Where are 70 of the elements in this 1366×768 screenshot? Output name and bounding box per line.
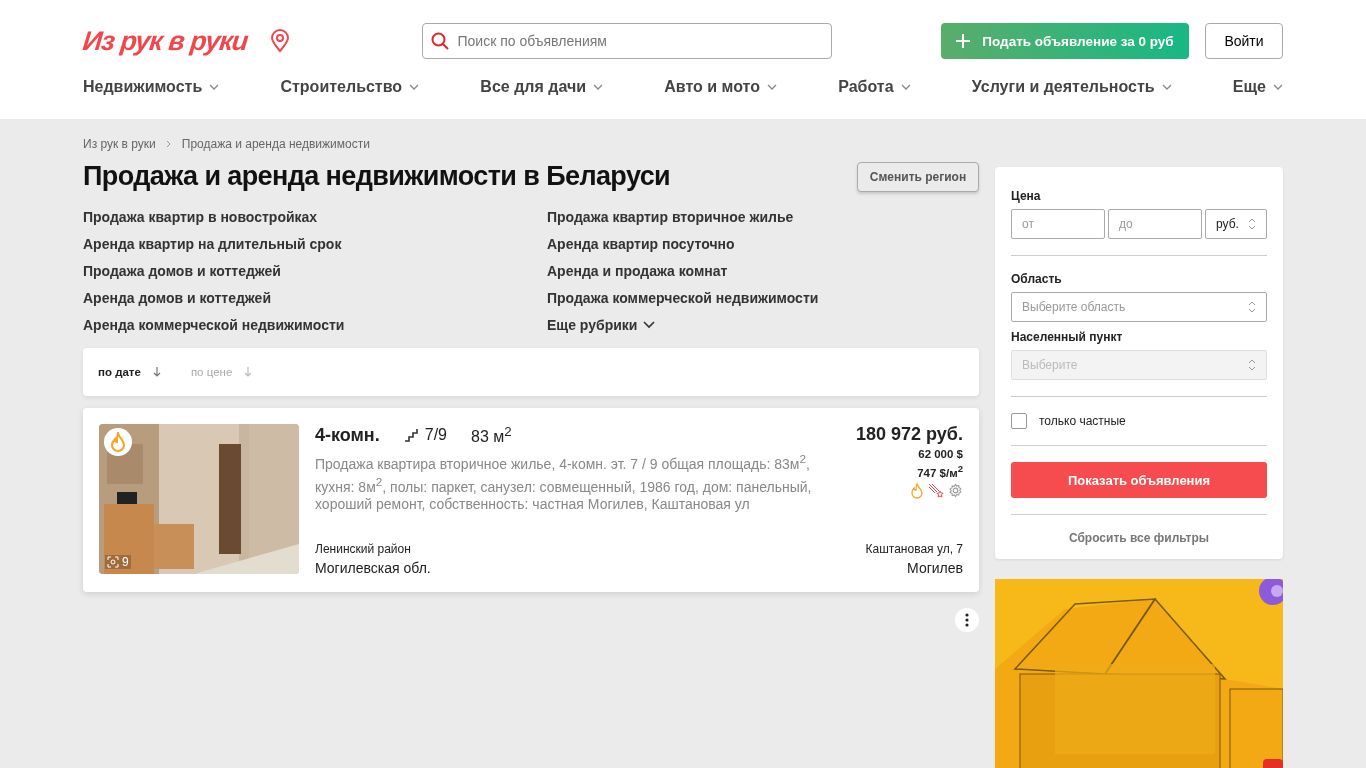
- chevron-down-icon: [1161, 84, 1172, 90]
- region-label: Область: [1011, 272, 1063, 286]
- nav-menu-item[interactable]: Все для дачи: [480, 80, 603, 94]
- up-down-chevron-icon: [1248, 301, 1256, 313]
- logo[interactable]: Из рук в руки: [81, 25, 250, 57]
- shooting-star-icon[interactable]: [928, 482, 944, 499]
- more-categories-link[interactable]: Еще рубрики: [547, 316, 979, 334]
- category-link[interactable]: Продажа квартир вторичное жилье: [547, 208, 979, 226]
- search-field[interactable]: Поиск по объявлениям: [421, 23, 832, 59]
- reset-filters-link[interactable]: Сбросить все фильтры: [1011, 531, 1267, 545]
- price-per-meter: 747 $/м$^{2}$: [917, 463, 963, 479]
- room-count: 4-комн.: [315, 424, 380, 446]
- up-down-chevron-icon: [1248, 359, 1256, 371]
- floor-info: 7/9: [403, 426, 447, 445]
- chevron-down-icon: [766, 84, 777, 90]
- nav-menu-item[interactable]: Строительство: [280, 80, 420, 94]
- photo-count: 9: [105, 555, 131, 569]
- category-link[interactable]: Аренда коммерческой недвижимости: [83, 316, 547, 334]
- locality-label: Населенный пункт: [1011, 330, 1124, 344]
- category-link[interactable]: Продажа квартир в новостройках: [83, 208, 547, 226]
- price-from-field[interactable]: от: [1011, 209, 1105, 239]
- price: 180 972 руб.: [856, 424, 963, 445]
- street-address: Каштановая ул, 7: [865, 542, 963, 556]
- stairs-icon: [403, 428, 420, 443]
- category-link[interactable]: Аренда домов и коттеджей: [83, 289, 547, 307]
- currency-select[interactable]: руб.: [1205, 209, 1267, 239]
- district: Ленинский район: [315, 542, 412, 556]
- sort-option[interactable]: по дате: [98, 366, 161, 378]
- region-name: Могилевская обл.: [315, 560, 431, 576]
- chevron-down-icon: [1272, 84, 1283, 90]
- city-name: Могилев: [907, 560, 963, 576]
- chevron-down-icon: [593, 84, 603, 90]
- search-icon: [430, 32, 449, 50]
- category-link[interactable]: Аренда и продажа комнат: [547, 262, 979, 280]
- area-info: 83 м$^{2}$: [471, 424, 512, 447]
- listing-description: Продажа квартира вторичное жилье, 4-комн. эт. 7 / 9 общая площадь: 83м$^{2}$, кухня: 8м$^{2}$, полы: паркет, санузел: совмещенный, 1986 год, дом: панельный, хороший ремонт, собственность: частная Могилев, Каштановая ул: [315, 451, 813, 513]
- private-only-label: только частные: [1039, 414, 1126, 428]
- private-only-checkbox[interactable]: [1011, 413, 1027, 429]
- more-options-button[interactable]: [955, 608, 979, 632]
- change-region-button[interactable]: Сменить регион: [857, 161, 979, 192]
- category-link[interactable]: Аренда квартир посуточно: [547, 235, 979, 253]
- breadcrumb-link[interactable]: Из рук в руки: [83, 137, 156, 151]
- nav-menu-item[interactable]: Недвижимость: [83, 80, 220, 94]
- category-link[interactable]: Продажа коммерческой недвижимости: [547, 289, 979, 307]
- listing-card[interactable]: [83, 408, 979, 592]
- arrow-down-icon: [152, 367, 161, 377]
- plus-icon: [956, 34, 971, 48]
- flame-icon[interactable]: [910, 482, 924, 499]
- up-down-chevron-icon: [1248, 218, 1256, 230]
- nav-menu-item[interactable]: Работа: [838, 80, 911, 94]
- more-icon: [965, 613, 969, 627]
- chevron-down-icon: [409, 84, 420, 90]
- price-label: Цена: [1011, 189, 1042, 203]
- nav-menu-item[interactable]: Еще: [1232, 80, 1283, 94]
- chevron-down-icon: [643, 321, 656, 329]
- page-title: Продажа и аренда недвижимости в Беларуси: [83, 161, 671, 192]
- location-pin-icon[interactable]: [269, 29, 290, 53]
- settings-icon[interactable]: [948, 482, 963, 498]
- chevron-down-icon: [900, 84, 911, 90]
- price-usd: 62 000 $: [918, 448, 963, 460]
- breadcrumb-link[interactable]: Продажа и аренда недвижимости: [181, 137, 370, 151]
- category-link[interactable]: Продажа домов и коттеджей: [83, 262, 547, 280]
- nav-menu-item[interactable]: Авто и мото: [664, 80, 777, 94]
- price-to-field[interactable]: до: [1108, 209, 1202, 239]
- nav-menu-item[interactable]: Услуги и деятельность: [971, 80, 1172, 94]
- login-button[interactable]: Войти: [1205, 23, 1283, 59]
- chevron-down-icon: [209, 84, 220, 90]
- chevron-right-icon: [165, 140, 172, 148]
- category-link[interactable]: Аренда квартир на длительный срок: [83, 235, 547, 253]
- arrow-down-icon: [244, 367, 253, 377]
